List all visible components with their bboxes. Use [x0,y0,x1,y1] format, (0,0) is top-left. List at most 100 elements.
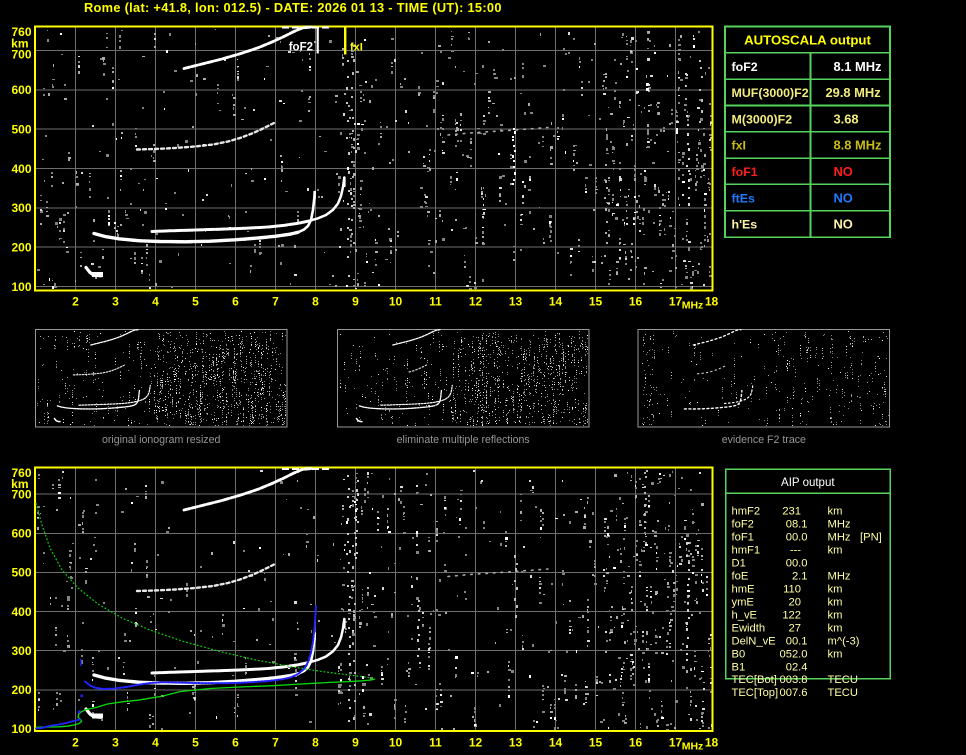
svg-text:M(3000)F2: M(3000)F2 [732,112,793,126]
svg-text:8.8 MHz: 8.8 MHz [834,138,882,153]
svg-text:300: 300 [11,201,31,215]
svg-text:13: 13 [509,295,523,309]
svg-text:7: 7 [272,295,279,309]
svg-text:foE: foE [732,570,749,582]
svg-text:AUTOSCALA output: AUTOSCALA output [744,33,871,48]
svg-text:MUF(3000)F2: MUF(3000)F2 [732,86,809,100]
svg-text:5: 5 [192,295,199,309]
svg-text:km: km [828,506,843,518]
svg-text:6: 6 [232,736,239,750]
svg-text:MHz: MHz [682,741,704,753]
svg-text:200: 200 [11,241,31,255]
svg-text:2: 2 [72,736,79,750]
svg-text:17: 17 [669,736,683,750]
svg-text:5: 5 [192,736,199,750]
svg-text:MHz: MHz [682,300,704,312]
svg-text:9: 9 [352,736,359,750]
svg-text:NO: NO [834,190,853,205]
svg-text:8: 8 [312,736,319,750]
svg-text:---: --- [790,544,801,556]
svg-text:ymE: ymE [732,596,754,608]
svg-text:MHz: MHz [828,570,851,582]
svg-text:4: 4 [152,736,159,750]
svg-text:18: 18 [705,295,719,309]
svg-text:700: 700 [11,488,31,502]
svg-text:TECU: TECU [828,687,858,699]
svg-text:15: 15 [589,295,603,309]
svg-text:km: km [828,596,843,608]
svg-text:fxI: fxI [350,42,363,54]
svg-text:foF2: foF2 [289,42,313,54]
svg-text:400: 400 [11,162,31,176]
svg-text:10: 10 [389,736,403,750]
svg-text:29.8 MHz: 29.8 MHz [826,85,881,100]
svg-text:h_vE: h_vE [732,609,758,621]
svg-text:500: 500 [11,123,31,137]
svg-text:NO: NO [834,217,853,232]
svg-text:foF2: foF2 [732,519,754,531]
svg-text:km: km [828,609,843,621]
svg-text:AIP output: AIP output [781,477,835,489]
svg-text:16: 16 [629,295,643,309]
svg-text:MHz: MHz [828,532,851,544]
svg-text:12: 12 [469,295,483,309]
svg-text:100: 100 [11,280,31,294]
svg-text:9: 9 [352,295,359,309]
svg-text:hmF1: hmF1 [732,544,761,556]
svg-text:foF1: foF1 [732,532,754,544]
svg-text:15: 15 [589,736,603,750]
svg-text:8: 8 [312,295,319,309]
svg-text:Rome (lat: +41.8, lon: 012.5): Rome (lat: +41.8, lon: 012.5) - DATE: 20… [84,0,502,15]
svg-text:003.8: 003.8 [780,674,808,686]
svg-text:evidence F2 trace: evidence F2 trace [722,434,806,446]
svg-text:14: 14 [549,295,563,309]
svg-text:08.1: 08.1 [786,519,808,531]
svg-text:8.1 MHz: 8.1 MHz [834,59,882,74]
svg-text:D1: D1 [732,557,746,569]
svg-text:original ionogram resized: original ionogram resized [102,434,220,446]
svg-text:100: 100 [11,722,31,736]
svg-text:3.68: 3.68 [834,111,859,126]
svg-text:11: 11 [429,736,442,750]
svg-text:m^(-3): m^(-3) [828,635,860,647]
svg-text:7: 7 [272,736,279,750]
svg-text:2.1: 2.1 [792,570,808,582]
svg-text:foF2: foF2 [732,60,758,74]
svg-text:11: 11 [429,295,442,309]
svg-text:km: km [828,648,843,660]
svg-text:DelN_vE: DelN_vE [732,635,776,647]
svg-text:h'Es: h'Es [732,218,758,232]
svg-text:110: 110 [783,583,801,595]
svg-text:eliminate multiple reflections: eliminate multiple reflections [397,434,530,446]
svg-text:14: 14 [549,736,563,750]
svg-text:600: 600 [11,83,31,97]
svg-text:km: km [828,583,843,595]
svg-text:10: 10 [389,295,403,309]
svg-text:300: 300 [11,644,31,658]
svg-text:20: 20 [789,596,801,608]
svg-text:hmF2: hmF2 [732,506,761,518]
svg-text:122: 122 [782,609,801,621]
svg-text:3: 3 [112,736,119,750]
svg-text:02.4: 02.4 [786,661,808,673]
svg-text:km: km [828,622,843,634]
svg-text:400: 400 [11,605,31,619]
svg-text:Ewidth: Ewidth [732,622,766,634]
svg-text:fxI: fxI [732,139,746,153]
svg-text:6: 6 [232,295,239,309]
svg-text:km: km [828,544,843,556]
svg-text:foF1: foF1 [732,165,758,179]
svg-text:16: 16 [629,736,643,750]
svg-text:hmE: hmE [732,583,755,595]
svg-text:00.0: 00.0 [786,557,808,569]
svg-text:B0: B0 [732,648,746,660]
svg-text:2: 2 [72,295,79,309]
svg-text:600: 600 [11,527,31,541]
svg-text:00.1: 00.1 [786,635,808,647]
svg-text:231: 231 [782,506,801,518]
svg-text:ftEs: ftEs [732,191,756,205]
svg-text:MHz: MHz [828,519,851,531]
svg-text:[PN]: [PN] [860,532,882,544]
svg-text:12: 12 [469,736,483,750]
svg-text:007.6: 007.6 [780,687,808,699]
